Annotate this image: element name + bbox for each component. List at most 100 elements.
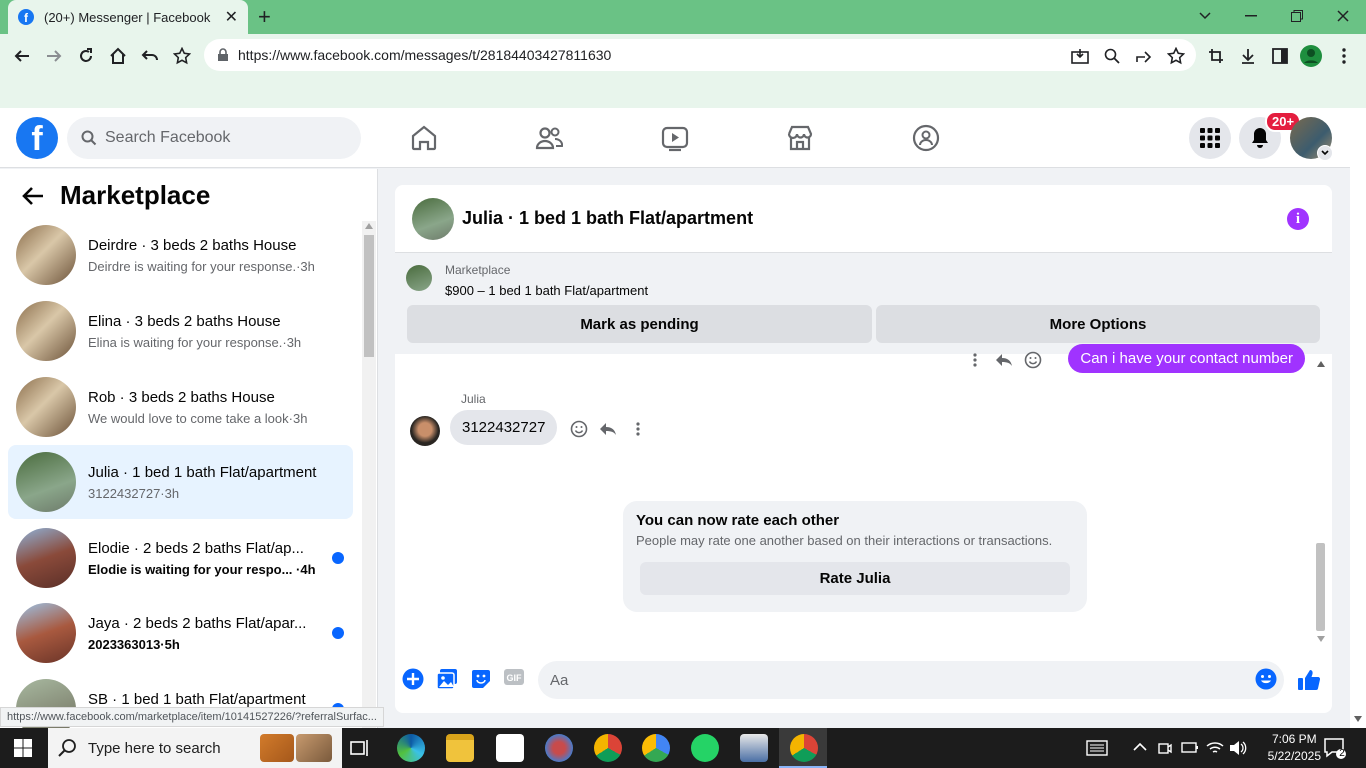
- minimize-icon[interactable]: [1241, 6, 1261, 26]
- browser-menu-icon[interactable]: [1333, 45, 1355, 67]
- battery-icon[interactable]: [1181, 741, 1199, 755]
- conversation-list-scroll-thumb[interactable]: [364, 235, 374, 357]
- conversation-snippet: We would love to come take a look·3h: [88, 410, 308, 426]
- reply-icon[interactable]: [994, 350, 1014, 370]
- meet-now-icon[interactable]: [1158, 740, 1172, 756]
- message-input[interactable]: Aa: [538, 661, 1284, 699]
- chrome-icon[interactable]: [790, 734, 818, 762]
- home-icon[interactable]: [107, 45, 129, 67]
- pen-app-icon[interactable]: [496, 734, 524, 762]
- tab-title: (20+) Messenger | Facebook: [44, 9, 211, 25]
- listing-thumbnail[interactable]: [406, 265, 432, 291]
- thumbs-up-icon[interactable]: [1297, 668, 1321, 692]
- sender-avatar[interactable]: [410, 416, 440, 446]
- zoom-icon[interactable]: [1101, 45, 1123, 67]
- react-smiley-icon[interactable]: [569, 419, 589, 439]
- more-options-button[interactable]: More Options: [876, 305, 1320, 343]
- scroll-up-icon[interactable]: [1317, 361, 1325, 367]
- mark-as-pending-button[interactable]: Mark as pending: [407, 305, 872, 343]
- groups-nav-icon[interactable]: [912, 124, 940, 152]
- friends-nav-icon[interactable]: [535, 124, 563, 152]
- listing-summary[interactable]: $900 – 1 bed 1 bath Flat/apartment: [445, 283, 648, 298]
- volume-icon[interactable]: [1229, 740, 1247, 756]
- marketplace-header: Marketplace: [22, 180, 210, 211]
- back-icon[interactable]: [11, 45, 33, 67]
- facebook-logo-icon[interactable]: f: [16, 117, 58, 159]
- clock-time: 7:06 PM: [1271, 732, 1317, 746]
- scroll-down-icon[interactable]: [1317, 636, 1325, 642]
- share-icon[interactable]: [1133, 45, 1155, 67]
- add-plus-icon[interactable]: [402, 668, 426, 692]
- conversation-snippet: Elina is waiting for your response.·3h: [88, 334, 302, 350]
- reload-icon[interactable]: [75, 45, 97, 67]
- edge-browser-icon[interactable]: [397, 734, 425, 762]
- scroll-down-icon[interactable]: [1354, 716, 1362, 722]
- reply-icon[interactable]: [598, 419, 618, 439]
- react-smiley-icon[interactable]: [1023, 350, 1043, 370]
- search-facebook-input[interactable]: Search Facebook: [67, 117, 361, 159]
- scroll-up-icon[interactable]: [365, 223, 373, 229]
- chrome-icon[interactable]: [594, 734, 622, 762]
- attach-photo-icon[interactable]: [436, 668, 460, 692]
- home-nav-icon[interactable]: [410, 124, 438, 152]
- url-bar[interactable]: https://www.facebook.com/messages/t/2818…: [204, 39, 1196, 71]
- windows-start-icon[interactable]: [14, 739, 32, 757]
- keyboard-layout-icon[interactable]: [1086, 739, 1108, 757]
- wifi-icon[interactable]: [1206, 740, 1224, 756]
- chrome-icon[interactable]: [642, 734, 670, 762]
- conversation-item[interactable]: Elina · 3 beds 2 baths House Elina is wai…: [8, 294, 353, 368]
- conversation-item[interactable]: Julia · 1 bed 1 bath Flat/apartment 31224…: [8, 445, 353, 519]
- sticker-icon[interactable]: [470, 668, 494, 692]
- rate-julia-button[interactable]: Rate Julia: [640, 562, 1070, 595]
- search-highlight-icon[interactable]: [296, 734, 332, 762]
- tray-chevron-up-icon[interactable]: [1133, 742, 1147, 751]
- task-view-icon[interactable]: [350, 738, 370, 758]
- undo-icon[interactable]: [139, 45, 161, 67]
- forward-icon[interactable]: [43, 45, 65, 67]
- chat-title[interactable]: Julia · 1 bed 1 bath Flat/apartment: [462, 208, 753, 229]
- page-scrollbar[interactable]: [1350, 108, 1366, 728]
- system-clock[interactable]: 7:06 PM 5/22/2025: [1268, 731, 1321, 765]
- tab-close-icon[interactable]: ✕: [225, 7, 238, 27]
- marketplace-nav-icon[interactable]: [786, 124, 814, 152]
- download-icon[interactable]: [1237, 45, 1259, 67]
- listing-source: Marketplace: [445, 263, 511, 277]
- install-app-icon[interactable]: [1069, 45, 1091, 67]
- network-app-icon[interactable]: [740, 734, 768, 762]
- restore-icon[interactable]: [1287, 6, 1307, 26]
- chat-scroll-thumb[interactable]: [1316, 543, 1325, 631]
- bookmark-star-icon[interactable]: [171, 45, 193, 67]
- conversation-item[interactable]: Elodie · 2 beds 2 baths Flat/ap... Elodie…: [8, 521, 353, 595]
- conversation-item[interactable]: Deirdre · 3 beds 2 baths House Deirdre is…: [8, 218, 353, 292]
- bookmark-star-icon[interactable]: [1165, 45, 1187, 67]
- profile-icon[interactable]: [1300, 45, 1322, 67]
- browser-tab[interactable]: f (20+) Messenger | Facebook ✕: [8, 0, 248, 34]
- emoji-icon[interactable]: [1255, 668, 1279, 692]
- message-more-icon[interactable]: [628, 419, 648, 439]
- site-info-icon[interactable]: [212, 44, 234, 66]
- chat-avatar[interactable]: [412, 197, 454, 240]
- menu-grid-icon[interactable]: [1189, 117, 1231, 159]
- conversation-avatar: [16, 301, 76, 361]
- conversation-item[interactable]: Rob · 3 beds 2 baths House We would love …: [8, 370, 353, 444]
- sidebar-icon[interactable]: [1269, 45, 1291, 67]
- conversation-text: Elodie · 2 beds 2 baths Flat/ap... Elodie…: [88, 540, 328, 577]
- search-highlight-icon[interactable]: [260, 734, 294, 762]
- outgoing-message[interactable]: Can i have your contact number: [1068, 344, 1305, 373]
- tab-search-icon[interactable]: [1195, 6, 1215, 26]
- gif-icon[interactable]: GIF: [503, 668, 527, 692]
- new-tab-button[interactable]: +: [258, 4, 271, 30]
- conversation-item[interactable]: Jaya · 2 beds 2 baths Flat/apar... 202336…: [8, 596, 353, 670]
- whatsapp-icon[interactable]: [691, 734, 719, 762]
- crop-icon[interactable]: [1205, 45, 1227, 67]
- account-chevron-down-icon[interactable]: [1317, 145, 1333, 161]
- paint-app-icon[interactable]: [545, 734, 573, 762]
- info-icon[interactable]: i: [1287, 208, 1309, 230]
- watch-nav-icon[interactable]: [661, 124, 689, 152]
- incoming-message[interactable]: 3122432727: [450, 410, 558, 445]
- close-window-icon[interactable]: [1333, 6, 1353, 26]
- file-explorer-icon[interactable]: [446, 734, 474, 762]
- conversation-name: Elina · 3 beds 2 baths House: [88, 312, 281, 330]
- back-arrow-icon[interactable]: [22, 186, 44, 206]
- message-more-icon[interactable]: [965, 350, 985, 370]
